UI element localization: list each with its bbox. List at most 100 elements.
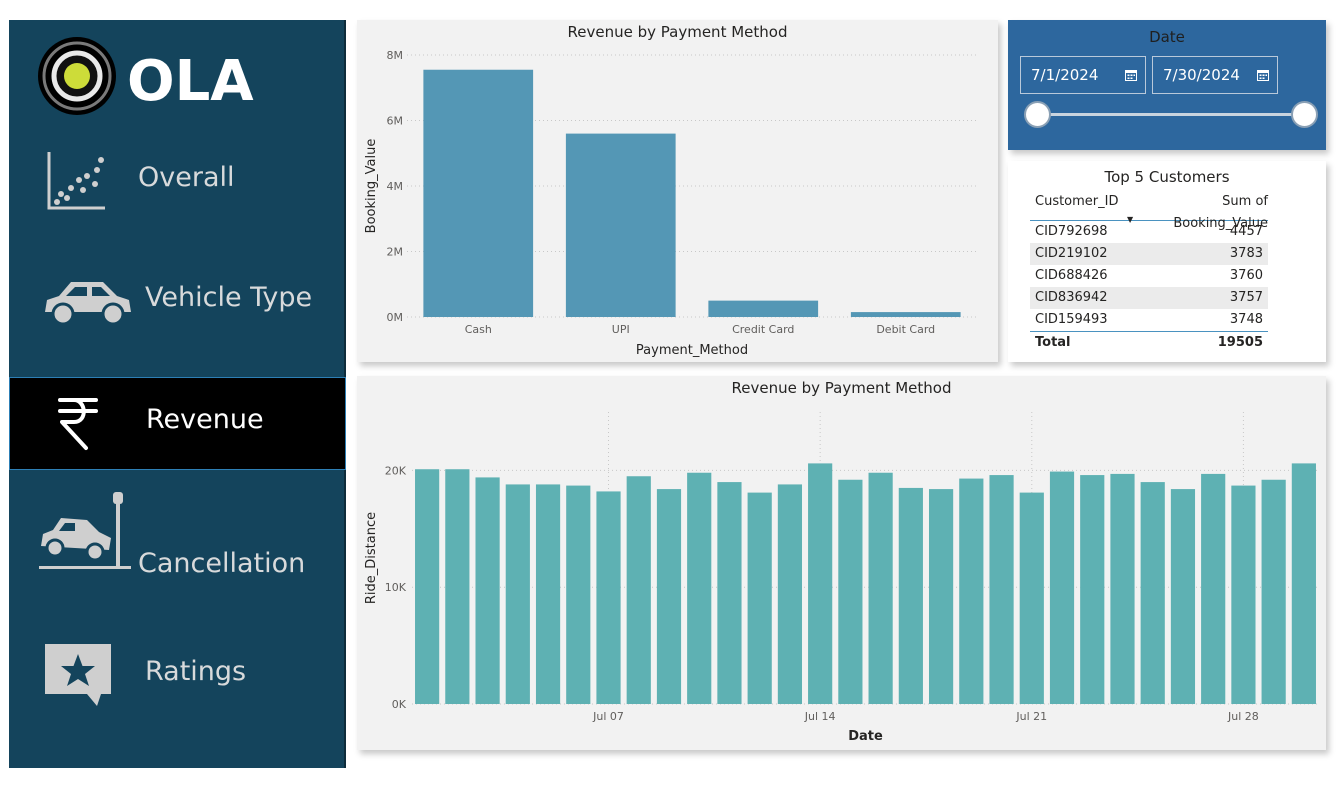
- y-axis-title: Ride_Distance: [364, 512, 379, 604]
- bar-day-2024-07-28: [1231, 485, 1256, 704]
- ola-logo: OLA: [37, 34, 297, 124]
- date-range-slider-track[interactable]: [1036, 113, 1304, 116]
- star-comment-icon: [41, 642, 115, 714]
- payment-method-chart-card: Revenue by Payment Method 0M 2M 4M 6M 8M Cash…: [357, 20, 998, 362]
- top-customers-table: Customer_ID Sum of Booking_Value ▼ CID79…: [1030, 191, 1268, 353]
- x-tick-label: Cash: [465, 323, 492, 336]
- customer-id-cell: CID836942: [1035, 290, 1108, 305]
- date-slicer-title: Date: [1149, 28, 1185, 46]
- x-axis-title: Date: [848, 729, 883, 744]
- table-row[interactable]: CID688426 3760: [1030, 265, 1268, 287]
- bar-day-2024-07-07: [596, 491, 621, 704]
- booking-value-cell: 3748: [1229, 312, 1263, 327]
- bar-day-2024-07-29: [1261, 479, 1286, 704]
- x-tick-label: Jul 28: [1227, 710, 1259, 723]
- nav-item-cancellation[interactable]: Cancellation: [9, 490, 346, 600]
- y-axis-title: Booking_Value: [364, 139, 379, 234]
- daily-ride-distance-chart: 0K 10K 20K Jul 07 Jul 14 Jul 21 Jul 28 Date Ride…: [364, 412, 1319, 744]
- sidebar: OLA Overall Vehicle Type Revenue Cancell…: [9, 20, 346, 768]
- nav-label-cancellation: Cancellation: [138, 548, 306, 579]
- bar-day-2024-07-08: [626, 476, 651, 704]
- table-row[interactable]: CID836942 3757: [1030, 287, 1268, 309]
- y-tick-label: 20K: [385, 464, 407, 477]
- booking-value-cell: 3783: [1229, 246, 1263, 261]
- nav-item-overall[interactable]: Overall: [9, 136, 346, 236]
- y-tick-label: 0M: [387, 311, 404, 324]
- bar-day-2024-07-22: [1049, 471, 1075, 704]
- total-label: Total: [1035, 335, 1071, 350]
- table-row[interactable]: CID159493 3748: [1030, 309, 1268, 331]
- booking-value-cell: 3760: [1229, 268, 1263, 283]
- y-tick-label: 6M: [387, 115, 404, 128]
- bar-day-2024-07-17: [898, 487, 923, 704]
- slider-start-handle[interactable]: [1024, 101, 1051, 128]
- bar-day-2024-07-19: [959, 478, 984, 704]
- table-row[interactable]: CID792698 4457: [1030, 221, 1268, 243]
- date-slicer: Date 7/1/2024 7/30/2024: [1008, 20, 1326, 150]
- car-icon: [39, 276, 135, 332]
- nav-label-overall: Overall: [138, 162, 235, 193]
- y-tick-label: 4M: [387, 180, 404, 193]
- slider-end-handle[interactable]: [1291, 101, 1318, 128]
- x-tick-label: Debit Card: [876, 323, 935, 336]
- x-tick-label: Jul 07: [592, 710, 624, 723]
- bar-day-2024-07-13: [777, 484, 803, 704]
- bar-day-2024-07-16: [868, 472, 893, 704]
- top-customers-table-card: Top 5 Customers Customer_ID Sum of Booki…: [1008, 161, 1326, 362]
- bar-day-2024-07-24: [1110, 473, 1135, 704]
- bar-day-2024-07-14: [808, 463, 833, 704]
- y-tick-label: 10K: [385, 581, 407, 594]
- end-date-value: 7/30/2024: [1163, 66, 1240, 84]
- nav-item-vehicle-type[interactable]: Vehicle Type: [9, 256, 346, 356]
- bar-day-2024-07-10: [687, 472, 712, 704]
- start-date-value: 7/1/2024: [1031, 66, 1099, 84]
- bar-day-2024-07-04: [505, 484, 530, 704]
- x-tick-label: Jul 14: [804, 710, 836, 723]
- column-header-customer-id[interactable]: Customer_ID: [1035, 191, 1119, 213]
- customer-id-cell: CID159493: [1035, 312, 1108, 327]
- bar-upi: [565, 133, 676, 317]
- rupee-icon: [56, 396, 100, 456]
- bar-day-2024-07-26: [1170, 489, 1196, 704]
- bar-day-2024-07-25: [1140, 482, 1165, 704]
- customer-id-cell: CID688426: [1035, 268, 1108, 283]
- x-tick-label: Jul 21: [1015, 710, 1047, 723]
- bar-day-2024-07-27: [1201, 473, 1226, 704]
- bar-day-2024-07-11: [717, 482, 742, 704]
- booking-value-cell: 4457: [1229, 224, 1263, 239]
- daily-ride-distance-chart-card: Revenue by Payment Method 0K 10K 20K Jul 07…: [357, 376, 1326, 750]
- y-tick-label: 2M: [387, 246, 404, 259]
- bar-day-2024-07-05: [535, 484, 561, 704]
- scatter-chart-icon: [45, 150, 109, 216]
- bar-day-2024-07-23: [1080, 475, 1105, 704]
- bar-day-2024-07-18: [928, 489, 954, 704]
- bar-day-2024-07-03: [475, 477, 500, 704]
- bar-day-2024-07-15: [838, 479, 863, 704]
- end-date-input[interactable]: 7/30/2024: [1152, 56, 1278, 94]
- bar-day-2024-07-09: [656, 489, 682, 704]
- bar-day-2024-07-06: [566, 485, 591, 704]
- car-crash-icon: [37, 490, 135, 576]
- nav-item-ratings[interactable]: Ratings: [9, 630, 346, 740]
- customer-id-cell: CID792698: [1035, 224, 1108, 239]
- x-tick-label: UPI: [612, 323, 630, 336]
- start-date-input[interactable]: 7/1/2024: [1020, 56, 1146, 94]
- bar-day-2024-07-21: [1019, 492, 1044, 704]
- calendar-icon[interactable]: [1125, 69, 1137, 81]
- table-header: Customer_ID Sum of Booking_Value ▼: [1030, 191, 1268, 231]
- customer-id-cell: CID219102: [1035, 246, 1108, 261]
- y-tick-label: 8M: [387, 49, 404, 62]
- logo-text: OLA: [127, 49, 254, 114]
- calendar-icon[interactable]: [1257, 69, 1269, 81]
- bar-day-2024-07-30: [1291, 463, 1316, 704]
- bar-credit-card: [708, 300, 819, 317]
- bar-debit-card: [850, 312, 961, 317]
- nav-label-revenue: Revenue: [146, 404, 264, 435]
- payment-method-chart: 0M 2M 4M 6M 8M Cash UPI Credit Card Debit Card Pa…: [364, 49, 977, 358]
- nav-label-vehicle-type: Vehicle Type: [145, 282, 313, 313]
- table-row[interactable]: CID219102 3783: [1030, 243, 1268, 265]
- x-axis-title: Payment_Method: [636, 343, 748, 358]
- top-customers-title: Top 5 Customers: [1104, 168, 1230, 186]
- nav-item-revenue[interactable]: Revenue: [9, 377, 346, 470]
- table-total-row: Total 19505: [1030, 331, 1268, 353]
